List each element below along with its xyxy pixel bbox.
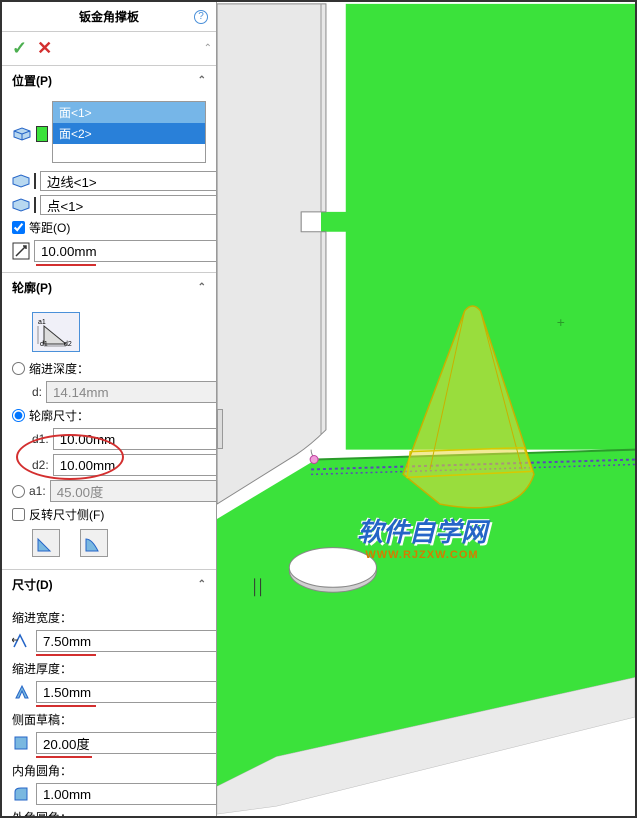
flip-label: 反转尺寸侧(F): [29, 506, 104, 523]
face-selector-icon[interactable]: [12, 124, 32, 144]
collapse-icon: ⌃: [198, 282, 206, 293]
size-radio[interactable]: [12, 409, 25, 422]
width-label: 缩进宽度：: [12, 609, 206, 626]
draft-icon: [12, 732, 32, 754]
watermark-url: WWW.RJZXW.COM: [357, 549, 487, 561]
a1-label: a1:: [29, 484, 46, 498]
d1-label: d1:: [32, 432, 49, 446]
a1-radio[interactable]: [12, 485, 25, 498]
profile-section: 轮廓(P) ⌃ a1d1d2 缩进深度： d: ▲▼ 轮廓尺寸： d1:: [2, 273, 216, 570]
draft-input[interactable]: [36, 732, 217, 754]
face-list-item[interactable]: 面<1>: [53, 102, 205, 123]
profile-type-button[interactable]: a1 d1 d2: [32, 312, 80, 352]
d-input: [46, 381, 217, 403]
position-header[interactable]: 位置(P) ⌃: [2, 66, 216, 95]
a1-input: [50, 480, 217, 502]
color-swatch-pink[interactable]: [34, 197, 36, 213]
edge-input[interactable]: [40, 171, 217, 191]
watermark: 软件自学网 WWW.RJZXW.COM: [357, 512, 487, 561]
panel-title: 钣金角撑板: [79, 8, 139, 25]
width-icon: [12, 630, 32, 652]
panel-header: 钣金角撑板 ?: [2, 2, 216, 32]
offset-value-input[interactable]: [34, 240, 217, 262]
point-input[interactable]: [40, 195, 217, 215]
d2-label: d2:: [32, 458, 49, 472]
svg-text:+: +: [557, 314, 565, 330]
panel-resize-handle[interactable]: [217, 409, 223, 449]
depth-label: 缩进深度：: [29, 360, 89, 377]
flip-checkbox[interactable]: [12, 508, 25, 521]
edge-type-round-button[interactable]: [80, 529, 108, 557]
offset-icon[interactable]: [12, 240, 30, 262]
svg-text:d1: d1: [40, 341, 48, 348]
3d-viewport[interactable]: + 软件自学网 WWW.RJZXW.COM: [217, 2, 635, 816]
watermark-text: 软件自学网: [357, 512, 487, 549]
svg-text:a1: a1: [38, 319, 46, 326]
point-selector-icon[interactable]: [12, 195, 30, 215]
equal-offset-checkbox[interactable]: [12, 221, 25, 234]
position-title: 位置(P): [12, 72, 52, 89]
thickness-label: 缩进厚度：: [12, 660, 206, 677]
width-input[interactable]: [36, 630, 217, 652]
d2-input[interactable]: [53, 454, 217, 476]
pin-chevron-icon[interactable]: ⌃: [204, 43, 212, 54]
help-icon[interactable]: ?: [194, 10, 208, 24]
color-swatch-purple[interactable]: [34, 173, 36, 189]
thickness-icon: [12, 681, 32, 703]
draft-label: 侧面草稿：: [12, 711, 206, 728]
inner-fillet-input[interactable]: [36, 783, 217, 805]
face-list[interactable]: 面<1> 面<2>: [52, 101, 206, 163]
depth-radio[interactable]: [12, 362, 25, 375]
dimensions-title: 尺寸(D): [12, 576, 53, 593]
d1-input[interactable]: [53, 428, 217, 450]
inner-fillet-label: 内角圆角：: [12, 762, 206, 779]
dimensions-section: 尺寸(D) ⌃ 缩进宽度： ▲▼ 缩进厚度： ▲▼ 侧面草稿：: [2, 570, 216, 816]
edge-selector-icon[interactable]: [12, 171, 30, 191]
color-swatch-green[interactable]: [36, 126, 48, 142]
outer-fillet-label: 外角圆角：: [12, 809, 206, 816]
inner-fillet-icon: [12, 783, 32, 805]
collapse-icon: ⌃: [198, 75, 206, 86]
edge-type-flat-button[interactable]: [32, 529, 60, 557]
3d-scene: +: [217, 2, 635, 816]
svg-text:d2: d2: [64, 341, 72, 348]
collapse-icon: ⌃: [198, 579, 206, 590]
profile-title: 轮廓(P): [12, 279, 52, 296]
confirm-bar: ✓ ✕ ⌃: [2, 32, 216, 66]
property-panel: 钣金角撑板 ? ✓ ✕ ⌃ 位置(P) ⌃ 面<1> 面<2>: [2, 2, 217, 816]
dimensions-header[interactable]: 尺寸(D) ⌃: [2, 570, 216, 599]
profile-header[interactable]: 轮廓(P) ⌃: [2, 273, 216, 302]
equal-offset-label: 等距(O): [29, 219, 70, 236]
confirm-button[interactable]: ✓: [12, 38, 27, 59]
d-label: d:: [32, 385, 42, 399]
thickness-input[interactable]: [36, 681, 217, 703]
position-section: 位置(P) ⌃ 面<1> 面<2>: [2, 66, 216, 273]
size-label: 轮廓尺寸：: [29, 407, 89, 424]
cancel-button[interactable]: ✕: [37, 38, 52, 59]
face-list-item[interactable]: 面<2>: [53, 123, 205, 144]
